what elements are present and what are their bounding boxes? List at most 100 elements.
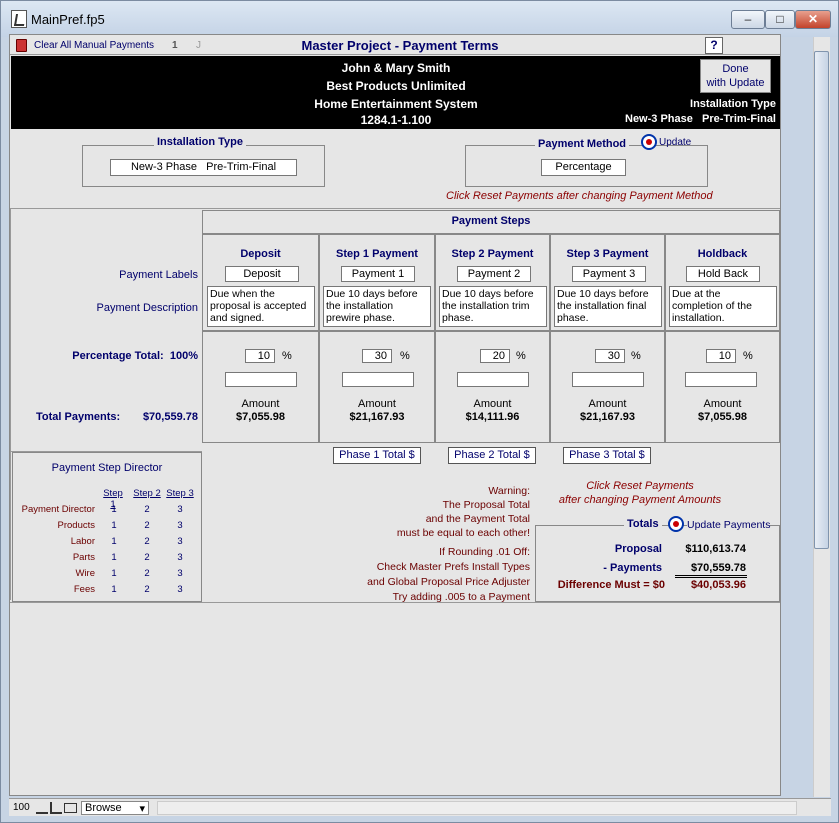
horizontal-scrollbar[interactable] — [157, 801, 797, 815]
percentage-total-value: 100% — [169, 350, 198, 362]
amount-label: Amount — [241, 398, 280, 410]
step-header: Holdback — [697, 248, 748, 260]
close-button[interactable]: ✕ — [795, 10, 831, 29]
zoom-level[interactable]: 100 — [13, 802, 30, 813]
divider — [10, 602, 780, 603]
percentage-total-label: Percentage Total: — [72, 350, 164, 362]
director-row-label: Products — [57, 520, 96, 531]
rounding-line: Check Master Prefs Install Types — [376, 561, 530, 573]
director-col-header: Step 3 — [166, 488, 194, 499]
percent-field[interactable]: 30 — [595, 349, 625, 363]
zoom-out-icon[interactable] — [36, 802, 48, 814]
window-title: MainPref.fp5 — [31, 12, 105, 27]
director-value[interactable]: 1 — [104, 584, 124, 595]
director-value[interactable]: 3 — [170, 552, 190, 563]
help-button[interactable]: ? — [705, 37, 723, 54]
director-value[interactable]: 3 — [170, 504, 190, 515]
status-toggle-icon[interactable] — [64, 803, 77, 813]
installation-type-field[interactable]: New-3 Phase Pre-Trim-Final — [110, 159, 297, 176]
payment-method-update-button[interactable]: Update — [659, 137, 691, 148]
form-area: Clear All Manual Payments 1 J Master Pro… — [9, 34, 781, 796]
director-value[interactable]: 2 — [137, 568, 157, 579]
manual-amount-field[interactable] — [457, 372, 529, 387]
payment-description-caption: Payment Description — [96, 302, 199, 314]
document-icon — [11, 10, 27, 28]
installation-type-header-value: New-3 Phase Pre-Trim-Final — [625, 113, 776, 125]
percent-field[interactable]: 10 — [706, 349, 736, 363]
director-value[interactable]: 1 — [104, 552, 124, 563]
payments-value: $70,559.78 — [690, 562, 746, 574]
director-value[interactable]: 3 — [170, 584, 190, 595]
director-value[interactable]: 1 — [104, 568, 124, 579]
manual-amount-field[interactable] — [685, 372, 757, 387]
director-value[interactable]: 2 — [137, 536, 157, 547]
minimize-button[interactable]: ‒ — [731, 10, 765, 29]
step-amount-step3 — [550, 331, 665, 443]
amount-value: $7,055.98 — [236, 411, 285, 423]
payments-label: - Payments — [603, 562, 662, 574]
clear-manual-payments-button[interactable]: Clear All Manual Payments — [34, 40, 154, 51]
payment-labels-caption: Payment Labels — [119, 269, 198, 281]
done-with-update-button[interactable]: Done with Update — [700, 59, 771, 93]
rounding-line: and Global Proposal Price Adjuster — [367, 576, 530, 588]
director-value[interactable]: 2 — [137, 584, 157, 595]
phase-3-total-button[interactable]: Phase 3 Total $ — [563, 447, 651, 464]
jump-1-button[interactable]: 1 — [172, 40, 178, 51]
payment-description-field[interactable]: Due 10 days before the installation trim… — [439, 286, 547, 327]
status-bar: 100 Browse ▾ — [9, 798, 831, 816]
percent-sign: % — [400, 350, 410, 362]
trash-icon[interactable] — [16, 39, 27, 52]
payment-label-field[interactable]: Deposit — [225, 266, 299, 282]
payment-description-field[interactable]: Due at the completion of the installatio… — [669, 286, 777, 327]
payment-method-field[interactable]: Percentage — [541, 159, 626, 176]
payment-description-field[interactable]: Due when the proposal is accepted and si… — [207, 286, 315, 327]
payment-description-field[interactable]: Due 10 days before the installation fina… — [554, 286, 662, 327]
percent-field[interactable]: 30 — [362, 349, 392, 363]
manual-amount-field[interactable] — [342, 372, 414, 387]
update-payments-button[interactable]: Update Payments — [687, 519, 771, 531]
director-value[interactable]: 1 — [104, 504, 124, 515]
percent-sign: % — [743, 350, 753, 362]
payment-label-field[interactable]: Payment 1 — [341, 266, 415, 282]
payment-steps-title: Payment Steps — [451, 215, 531, 227]
with-update-label: with Update — [706, 77, 765, 89]
step-amount-holdback — [665, 331, 780, 443]
step-header: Step 2 Payment — [451, 248, 534, 260]
director-value[interactable]: 2 — [137, 552, 157, 563]
percent-field[interactable]: 20 — [480, 349, 510, 363]
phase-1-total-button[interactable]: Phase 1 Total $ — [333, 447, 421, 464]
manual-amount-field[interactable] — [572, 372, 644, 387]
director-value[interactable]: 2 — [137, 504, 157, 515]
zoom-in-icon[interactable] — [50, 802, 62, 814]
director-value[interactable]: 2 — [137, 520, 157, 531]
reset-note-line: after changing Payment Amounts — [558, 494, 722, 506]
payment-label-field[interactable]: Payment 3 — [572, 266, 646, 282]
director-value[interactable]: 3 — [170, 536, 190, 547]
totals-title: Totals — [624, 518, 662, 530]
payment-label-field[interactable]: Payment 2 — [457, 266, 531, 282]
mode-selector[interactable]: Browse ▾ — [81, 801, 149, 815]
payment-description-field[interactable]: Due 10 days before the installation prew… — [323, 286, 431, 327]
director-value[interactable]: 1 — [104, 536, 124, 547]
refresh-icon[interactable] — [668, 516, 684, 532]
director-value[interactable]: 1 — [104, 520, 124, 531]
scrollbar-thumb[interactable] — [814, 51, 829, 549]
director-row-label: Wire — [75, 568, 95, 579]
director-value[interactable]: 3 — [170, 520, 190, 531]
warning-line: Warning: — [488, 485, 530, 497]
client-header: John & Mary Smith Best Products Unlimite… — [11, 56, 780, 129]
step-header: Step 1 Payment — [336, 248, 418, 260]
phase-2-total-button[interactable]: Phase 2 Total $ — [448, 447, 536, 464]
manual-amount-field[interactable] — [225, 372, 297, 387]
client-name: John & Mary Smith — [341, 61, 451, 75]
refresh-icon[interactable] — [641, 134, 657, 150]
payment-label-field[interactable]: Hold Back — [686, 266, 760, 282]
divider — [10, 208, 780, 209]
director-row-label: Labor — [70, 536, 95, 547]
percent-field[interactable]: 10 — [245, 349, 275, 363]
amount-label: Amount — [588, 398, 627, 410]
underline — [675, 577, 747, 578]
director-col-header: Step 2 — [133, 488, 161, 499]
director-value[interactable]: 3 — [170, 568, 190, 579]
maximize-button[interactable]: □ — [765, 10, 795, 29]
